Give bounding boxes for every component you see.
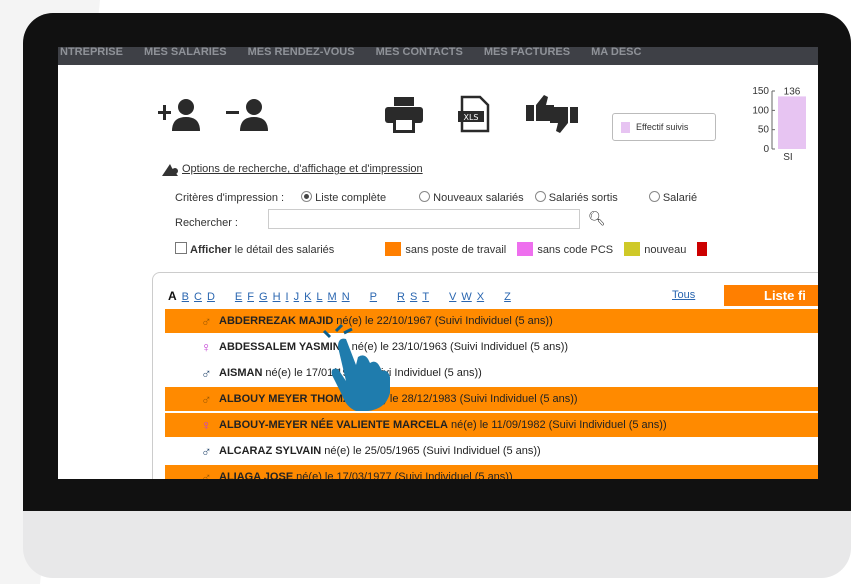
liste-button[interactable]: Liste fi: [724, 285, 818, 306]
alphabet-letter[interactable]: F: [247, 291, 254, 303]
employee-name: AISMAN: [219, 367, 263, 379]
nav-item-contacts[interactable]: MES CONTACTS: [376, 47, 463, 58]
radio-button[interactable]: [301, 191, 313, 202]
alphabet-letter[interactable]: P: [370, 291, 377, 303]
y-tick-label: 150: [752, 86, 769, 97]
xls-file-icon[interactable]: XLS: [458, 95, 492, 133]
checkbox[interactable]: [175, 242, 187, 254]
effectif-color-swatch: [621, 121, 630, 133]
male-icon: ♂: [201, 365, 212, 381]
legend-nouveau: nouveau: [624, 242, 686, 256]
nav-item-rendez-vous[interactable]: MES RENDEZ-VOUS: [248, 47, 355, 58]
app-screen: NTREPRISE MES SALARIÉS MES RENDEZ-VOUS M…: [58, 47, 818, 479]
list-item[interactable]: ♂ ABDERREZAK MAJID né(e) le 22/10/1967 (Su…: [165, 309, 818, 333]
pointer-hand-icon: [322, 323, 390, 411]
search-label: Rechercher :: [175, 217, 238, 229]
y-tick-label: 0: [763, 144, 769, 155]
radio-nouveaux-salaries[interactable]: Nouveaux salariés: [419, 191, 524, 204]
list-item[interactable]: ♀ ABDESSALEM YASMINA né(e) le 23/10/1963 (…: [165, 335, 818, 359]
options-icon: [162, 164, 178, 176]
add-user-icon[interactable]: [158, 97, 204, 131]
employee-name: ALIAGA JOSE: [219, 471, 294, 479]
alphabet-letter[interactable]: I: [286, 291, 289, 303]
salaries-list: ♂ ABDERREZAK MAJID né(e) le 22/10/1967 (Su…: [165, 309, 818, 479]
legend-extra: [697, 242, 711, 256]
criteres-impression: Critères d'impression : Liste complète N…: [175, 191, 697, 204]
list-item[interactable]: ♂ ALIAGA JOSE né(e) le 17/03/1977 (Suivi I…: [165, 465, 818, 479]
list-item[interactable]: ♀ ALBOUY-MEYER NÉE VALIENTE MARCELA né(e) …: [165, 413, 818, 437]
thumbs-icon[interactable]: [524, 93, 580, 135]
alphabet-letter[interactable]: G: [259, 291, 268, 303]
search-icon[interactable]: 🔍︎: [588, 210, 606, 227]
alphabet-letter[interactable]: S: [410, 291, 417, 303]
nav-item-salaries[interactable]: MES SALARIÉS: [144, 47, 227, 58]
radio-salarie[interactable]: Salarié: [648, 191, 697, 204]
options-link[interactable]: Options de recherche, d'affichage et d'i…: [162, 162, 423, 176]
search-input[interactable]: [268, 209, 580, 229]
alphabet-letter[interactable]: N: [342, 291, 350, 303]
list-item[interactable]: ♂AISMANné(e) le 17/01/1980 (Suivi Indivi…: [165, 361, 818, 385]
alphabet-letter[interactable]: C: [194, 291, 202, 303]
female-icon: ♀: [201, 417, 212, 433]
radio-button[interactable]: [534, 191, 546, 202]
employee-info: né(e) le 25/05/1965 (Suivi Individuel (5…: [324, 445, 541, 457]
alphabet-letter-current[interactable]: A: [168, 289, 177, 303]
alphabet-letter[interactable]: J: [294, 291, 300, 303]
legend-sans-poste: sans poste de travail: [385, 242, 506, 256]
radio-button[interactable]: [648, 191, 660, 202]
male-icon: ♂: [201, 391, 212, 407]
female-icon: ♀: [201, 339, 212, 355]
employee-info: né(e) le 11/09/1982 (Suivi Individuel (5…: [450, 419, 667, 431]
alphabet-letter[interactable]: K: [304, 291, 311, 303]
printer-icon[interactable]: [385, 97, 423, 133]
male-icon: ♂: [201, 313, 212, 329]
tous-link[interactable]: Tous: [672, 289, 695, 301]
remove-user-icon[interactable]: [226, 97, 272, 131]
alphabet-letter[interactable]: D: [207, 291, 215, 303]
nav-item-desc[interactable]: MA DESC: [591, 47, 641, 58]
alphabet-letter[interactable]: W: [461, 291, 471, 303]
alphabet-letter[interactable]: R: [397, 291, 405, 303]
list-item[interactable]: ♂ ALBOUY MEYER THOMAS né(e) le 28/12/1983 …: [165, 387, 818, 411]
effectif-suivis-legend[interactable]: Effectif suivis: [612, 113, 716, 141]
alphabet-letter[interactable]: X: [477, 291, 484, 303]
alphabet-letter[interactable]: T: [422, 291, 429, 303]
y-tick-label: 100: [752, 105, 769, 116]
effectif-chart: 150 100 50 0 136 SI: [752, 86, 806, 161]
screen-bezel: NTREPRISE MES SALARIÉS MES RENDEZ-VOUS M…: [23, 13, 851, 511]
criteres-label: Critères d'impression :: [175, 192, 285, 204]
alphabet-letter[interactable]: V: [449, 291, 456, 303]
chart-bar: [778, 96, 806, 149]
alphabet-letter[interactable]: L: [316, 291, 322, 303]
alphabet-letter[interactable]: B: [182, 291, 189, 303]
male-icon: ♂: [201, 469, 212, 479]
list-item[interactable]: ♂ ALCARAZ SYLVAIN né(e) le 25/05/1965 (Sui…: [165, 439, 818, 463]
nav-item-entreprise[interactable]: NTREPRISE: [60, 47, 123, 58]
svg-text:XLS: XLS: [463, 113, 478, 122]
legend-row: Afficher le détail des salariés sans pos…: [175, 242, 711, 256]
laptop-device: NTREPRISE MES SALARIÉS MES RENDEZ-VOUS M…: [23, 13, 851, 578]
y-tick-label: 50: [758, 125, 770, 136]
category-label: SI: [783, 152, 792, 161]
legend-sans-code-pcs: sans code PCS: [517, 242, 613, 256]
alphabet-letter[interactable]: M: [328, 291, 337, 303]
effectif-label: Effectif suivis: [636, 122, 689, 132]
nav-item-factures[interactable]: MES FACTURES: [484, 47, 570, 58]
male-icon: ♂: [201, 443, 212, 459]
alphabet-filter: ABCD EFGHIJKLMN P RST VWX Z: [168, 289, 516, 303]
employee-info: né(e) le 17/03/1977 (Suivi Individuel (5…: [296, 471, 513, 479]
radio-salaries-sortis[interactable]: Salariés sortis: [534, 191, 618, 204]
radio-liste-complete[interactable]: Liste complète: [301, 191, 386, 204]
top-navigation: NTREPRISE MES SALARIÉS MES RENDEZ-VOUS M…: [58, 47, 818, 65]
employee-name: ALBOUY-MEYER NÉE VALIENTE MARCELA: [219, 419, 448, 431]
afficher-detail-checkbox[interactable]: Afficher le détail des salariés: [175, 242, 334, 256]
alphabet-letter[interactable]: Z: [504, 291, 511, 303]
data-label: 136: [784, 86, 801, 97]
alphabet-letter[interactable]: E: [235, 291, 242, 303]
radio-button[interactable]: [419, 191, 431, 202]
alphabet-letter[interactable]: H: [273, 291, 281, 303]
options-label: Options de recherche, d'affichage et d'i…: [182, 163, 423, 175]
employee-name: ALCARAZ SYLVAIN: [219, 445, 322, 457]
